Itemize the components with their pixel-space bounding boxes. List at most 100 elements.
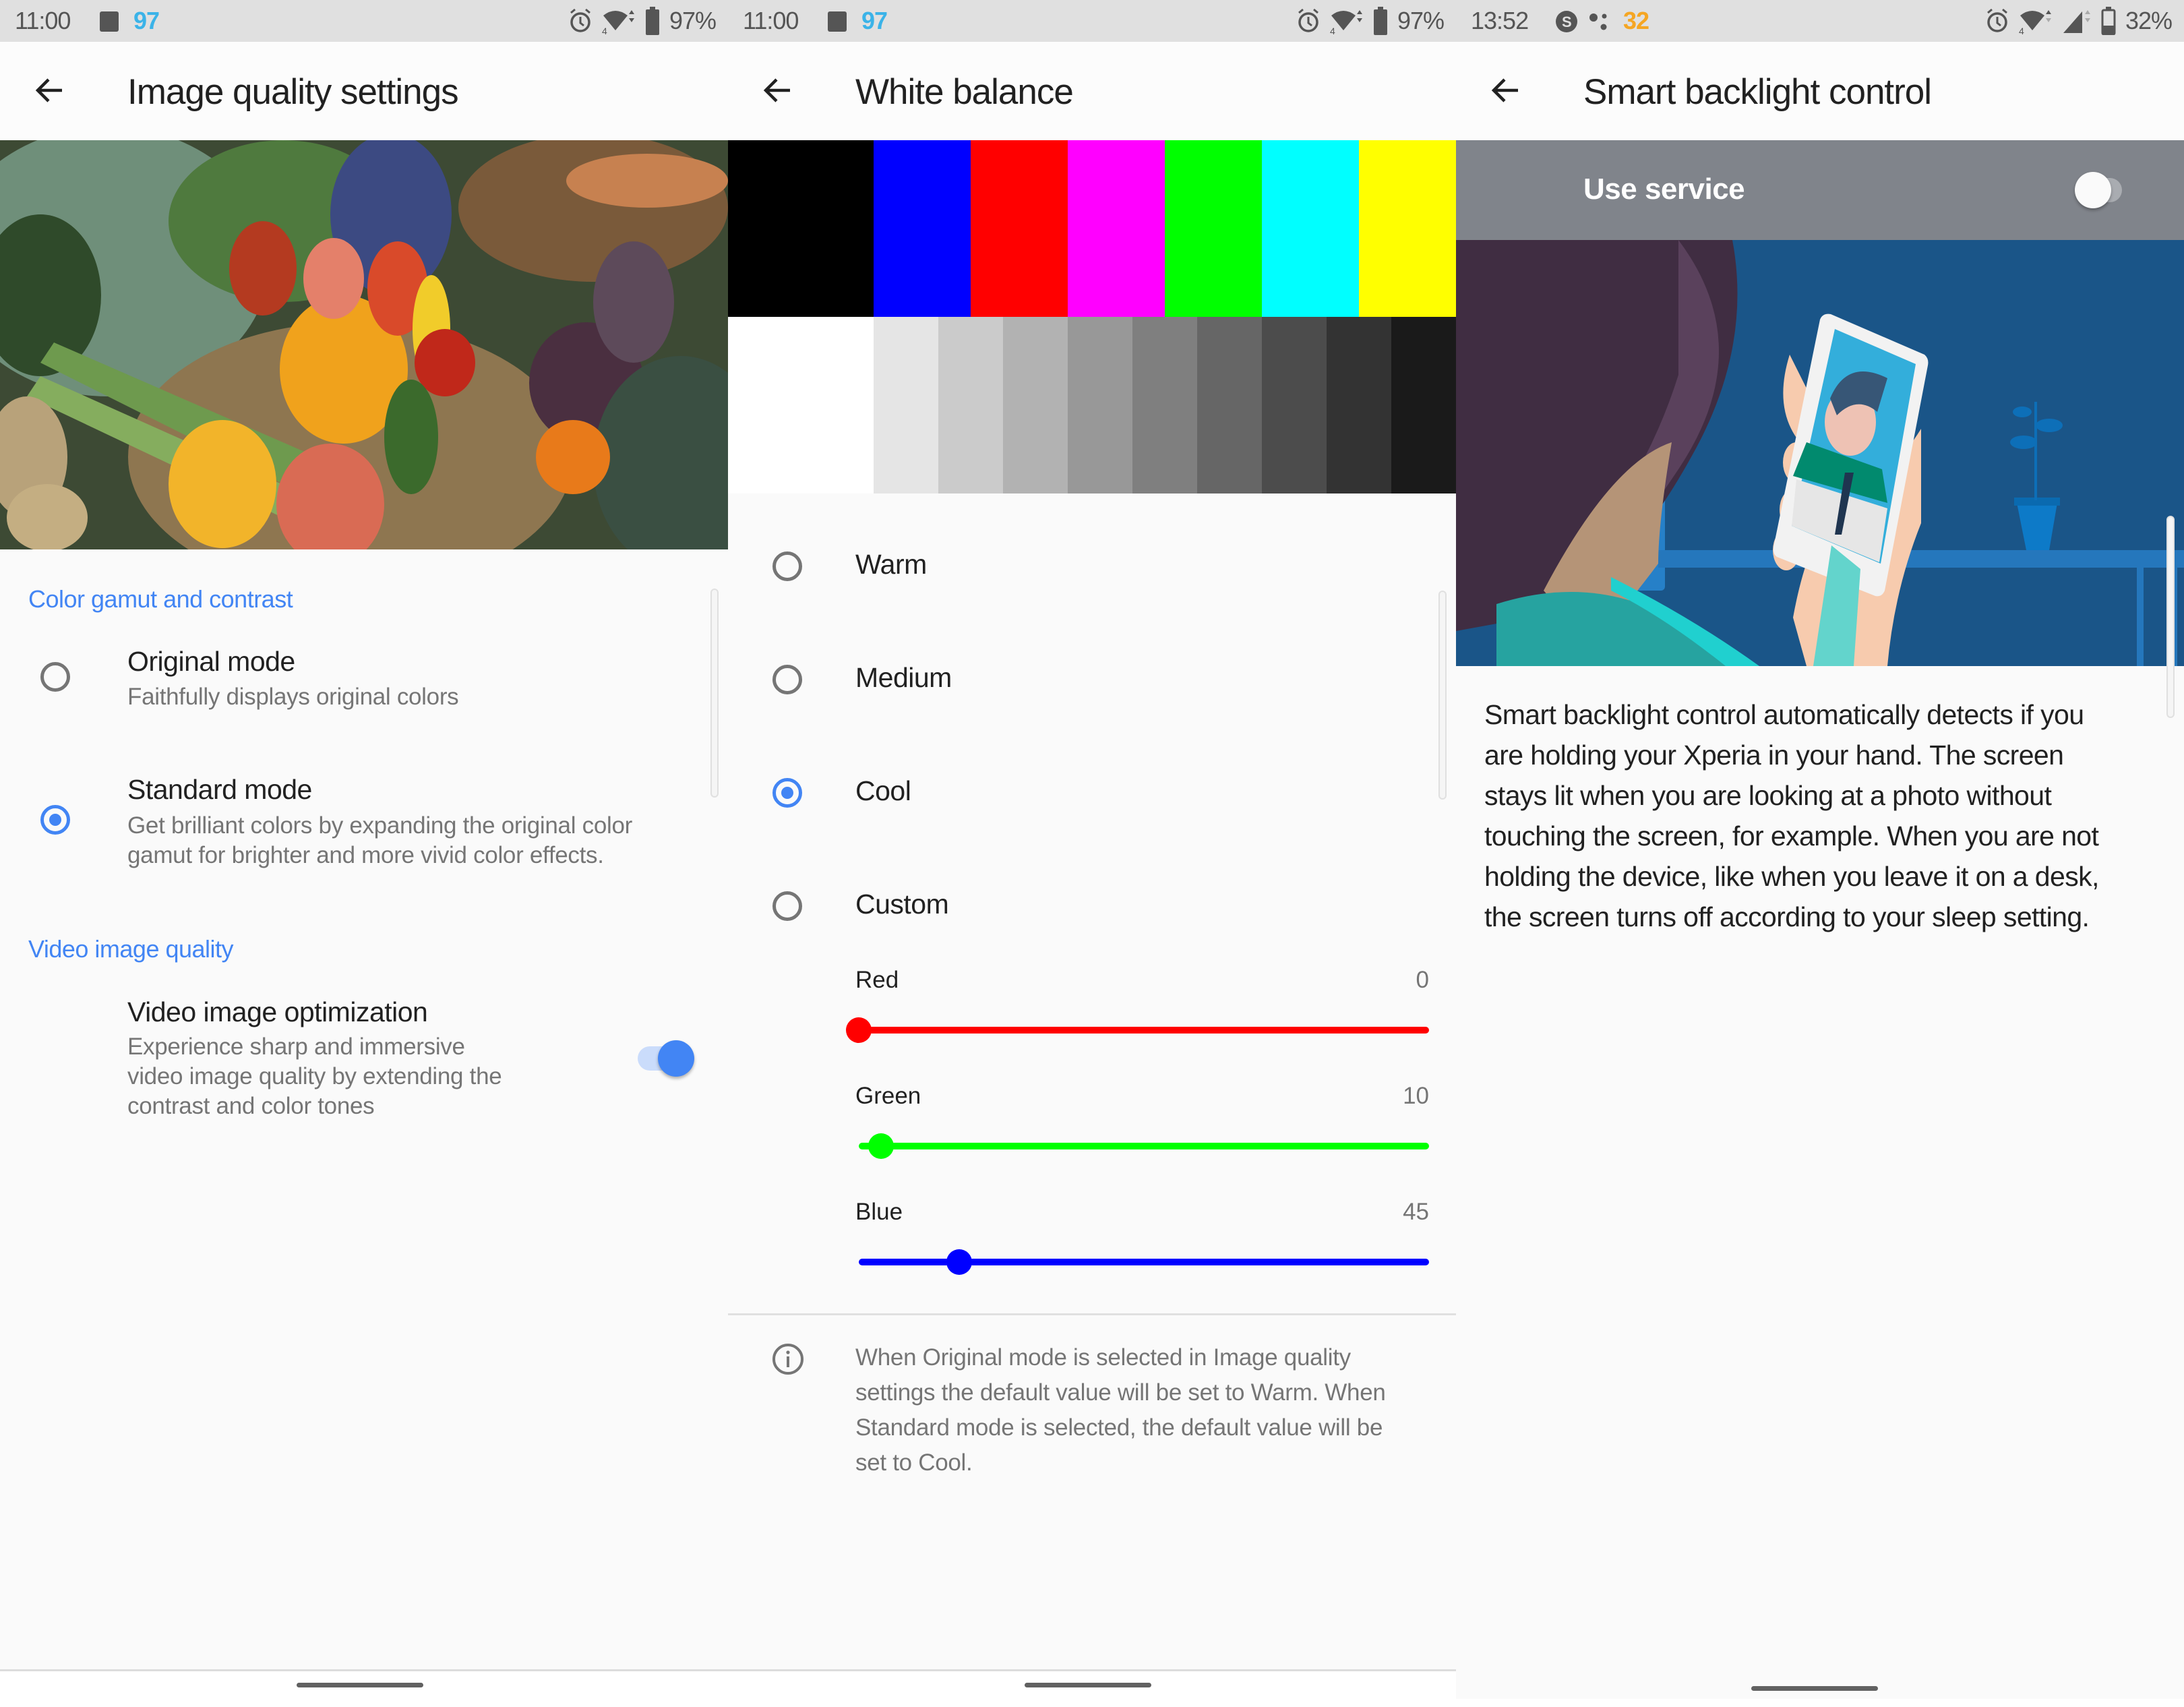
description-line: the screen turns off according to your s… (1484, 901, 2090, 932)
slider-thumb[interactable] (846, 1017, 872, 1043)
radio-standard-mode[interactable] (40, 805, 70, 835)
info-line: settings the default value will be set t… (855, 1379, 1386, 1406)
status-bar: 13:52 S 32 4 32% (1456, 0, 2184, 42)
color-bar (971, 140, 1068, 317)
slider-thumb[interactable] (946, 1249, 972, 1275)
use-service-row[interactable]: Use service (1456, 140, 2184, 240)
gray-bar (1391, 317, 1456, 493)
alarm-icon (1298, 8, 1318, 32)
home-indicator[interactable] (1025, 1683, 1151, 1687)
radio-warm[interactable] (772, 551, 802, 581)
navigation-bar (728, 1671, 1456, 1707)
page-title: Image quality settings (127, 72, 459, 112)
description-line: Smart backlight control automatically de… (1484, 699, 2084, 730)
app-bar: White balance (728, 42, 1456, 140)
description-line: holding the device, like when you leave … (1484, 861, 2099, 892)
svg-text:4: 4 (1330, 26, 1335, 34)
status-time: 11:00 (15, 7, 71, 34)
radio-cool[interactable] (772, 778, 802, 808)
divider (728, 1313, 1456, 1315)
option-label: Warm (855, 549, 927, 580)
slider-value: 10 (1403, 1083, 1429, 1109)
home-indicator[interactable] (297, 1683, 423, 1687)
info-icon (772, 1344, 803, 1375)
gray-bar (1262, 317, 1327, 493)
color-bar (1165, 140, 1262, 317)
vegetables-photo-art (0, 140, 728, 549)
battery-percent: 97% (1397, 7, 1445, 34)
svg-text:4: 4 (602, 26, 607, 34)
illustration-art (1456, 240, 2184, 666)
wifi-icon: 4 (602, 10, 634, 34)
battery-percent: 32% (2125, 7, 2173, 34)
option-subtitle-line: video image quality by extending the (127, 1063, 502, 1089)
notification-icon (828, 11, 847, 32)
white-balance-screen: 11:00 97 4 97% White balance Warm Medium C… (728, 0, 1456, 1707)
arrow-back-icon[interactable] (759, 71, 797, 109)
battery-percent: 97% (669, 7, 717, 34)
option-label: Cool (855, 775, 911, 806)
info-line: Standard mode is selected, the default v… (855, 1414, 1383, 1441)
option-subtitle: Faithfully displays original colors (127, 684, 459, 710)
wifi-icon: 4 (2019, 10, 2051, 34)
home-indicator[interactable] (1751, 1686, 1878, 1691)
color-bar (1359, 140, 1456, 317)
slider-label: Red (855, 967, 899, 993)
gray-bar (1003, 317, 1068, 493)
radio-original-mode[interactable] (40, 662, 70, 692)
gray-bar (1132, 317, 1197, 493)
description: Smart backlight control automatically de… (1484, 694, 2158, 937)
radio-custom[interactable] (772, 891, 802, 921)
toggle-thumb (2075, 172, 2111, 208)
scrollbar[interactable] (2166, 516, 2175, 718)
slider-track[interactable] (859, 1133, 1429, 1159)
notification-icon (100, 11, 119, 32)
use-service-label: Use service (1583, 173, 1745, 206)
svg-text:4: 4 (2019, 26, 2024, 34)
option-subtitle-line: contrast and color tones (127, 1093, 375, 1119)
status-time: 11:00 (743, 7, 799, 34)
arrow-back-icon[interactable] (1487, 71, 1525, 109)
description-line: stays lit when you are looking at a phot… (1484, 780, 2052, 811)
radio-medium[interactable] (772, 665, 802, 694)
app-bar: Image quality settings (0, 42, 728, 140)
bottom-edge (1456, 1699, 2184, 1707)
slider-track[interactable] (846, 1017, 1429, 1043)
status-bar: 11:00 97 4 97% (728, 0, 1456, 42)
info-line: When Original mode is selected in Image … (855, 1344, 1351, 1371)
description-line: are holding your Xperia in your hand. Th… (1484, 740, 2064, 771)
alarm-icon (1986, 8, 2007, 32)
gray-bar (938, 317, 1003, 493)
alarm-icon (570, 8, 590, 32)
slider-thumb[interactable] (868, 1133, 894, 1159)
color-bar (728, 140, 874, 317)
gray-bar (874, 317, 938, 493)
skype-icon: S (1556, 11, 1577, 32)
scrollbar[interactable] (1438, 591, 1447, 800)
option-label: Medium (855, 662, 952, 693)
slider-track[interactable] (859, 1249, 1429, 1275)
section-header-video-quality: Video image quality (28, 935, 234, 963)
status-bar: 11:00 97 4 97% (0, 0, 728, 42)
svg-text:S: S (1562, 13, 1572, 30)
slider-value: 45 (1403, 1199, 1429, 1225)
assistant-icon (1589, 13, 1607, 30)
color-bar (1262, 140, 1359, 317)
toggle-thumb (658, 1040, 694, 1077)
color-test-pattern (728, 140, 1456, 493)
option-title: Standard mode (127, 774, 312, 805)
notification-count: 97 (861, 7, 888, 34)
option-subtitle-line: gamut for brighter and more vivid color … (127, 842, 604, 868)
navigation-bar (0, 1671, 728, 1707)
scrollbar[interactable] (710, 589, 719, 798)
notification-count: 32 (1623, 7, 1649, 34)
arrow-back-icon[interactable] (31, 71, 69, 109)
vegetables-photo (0, 140, 728, 549)
notification-count: 97 (133, 7, 160, 34)
color-bar (874, 140, 971, 317)
option-title: Original mode (127, 646, 295, 677)
gray-bar (1068, 317, 1132, 493)
battery-icon (645, 7, 659, 35)
battery-icon (1373, 7, 1387, 35)
status-time: 13:52 (1471, 7, 1529, 34)
